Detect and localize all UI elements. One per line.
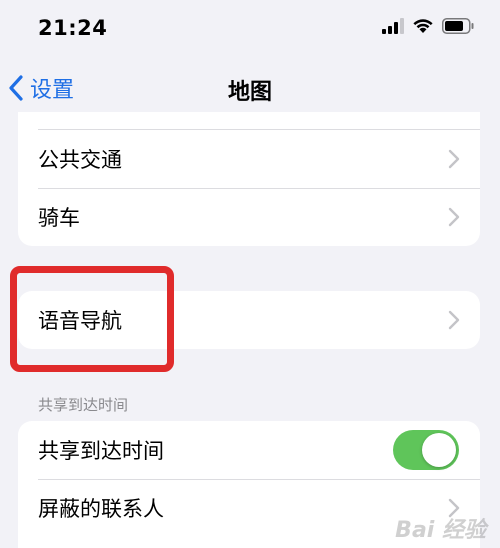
route-options-group: 公共交通 骑车 <box>18 112 480 246</box>
chevron-right-icon <box>448 207 460 227</box>
list-item-label: 语音导航 <box>38 309 122 333</box>
battery-icon <box>442 18 474 34</box>
voice-navigation-group: 语音导航 <box>18 291 480 349</box>
status-bar: 21:24 <box>0 0 500 60</box>
watermark: Bai 经验 <box>395 518 486 543</box>
status-icons <box>382 18 474 34</box>
list-item-label: 屏蔽的联系人 <box>38 497 164 521</box>
list-item-label: 骑车 <box>38 206 80 230</box>
navigation-bar: 设置 地图 <box>0 60 500 112</box>
toggle-knob <box>422 433 456 467</box>
share-eta-toggle[interactable] <box>393 430 459 470</box>
list-item-label: 公共交通 <box>38 148 122 172</box>
list-item-voice-navigation[interactable]: 语音导航 <box>18 291 480 349</box>
section-header: 共享到达时间 <box>38 396 129 414</box>
chevron-right-icon <box>448 149 460 169</box>
chevron-right-icon <box>448 310 460 330</box>
list-item-transit[interactable]: 公共交通 <box>18 130 480 188</box>
wifi-icon <box>413 19 433 33</box>
list-item-share-eta: 共享到达时间 <box>18 421 480 479</box>
status-time: 21:24 <box>38 16 108 40</box>
cellular-signal-icon <box>382 18 404 34</box>
list-item-cycling[interactable]: 骑车 <box>18 188 480 246</box>
page-title: 地图 <box>227 80 272 105</box>
list-item-label: 共享到达时间 <box>38 439 164 463</box>
